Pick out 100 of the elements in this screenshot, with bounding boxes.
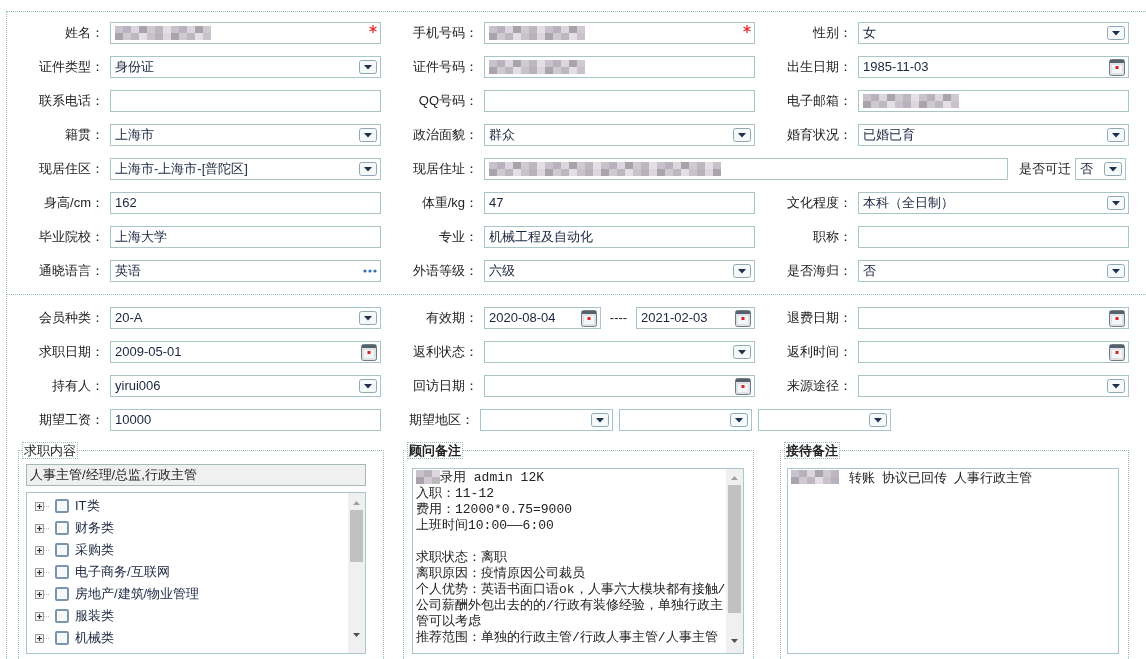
panel-legend: 顾问备注 — [407, 442, 463, 459]
tree-item-label[interactable]: 财务类 — [75, 518, 114, 538]
selected-jobs-field[interactable]: 人事主管/经理/总监,行政主管 — [26, 464, 366, 486]
note-line: 录用 admin 12K — [440, 470, 544, 486]
expand-icon[interactable] — [35, 633, 49, 643]
field-label: 期望地区： — [408, 411, 474, 430]
date-field[interactable] — [484, 375, 755, 397]
field-label: 外语等级： — [412, 262, 478, 281]
field-label: 政治面貌： — [412, 126, 478, 145]
expand-icon[interactable] — [35, 501, 49, 511]
checkbox[interactable] — [55, 609, 69, 623]
expand-icon[interactable] — [35, 611, 49, 621]
field-label: 籍贯： — [64, 126, 104, 145]
input-field[interactable] — [858, 226, 1129, 248]
input-field[interactable] — [484, 22, 755, 44]
field-label: 手机号码： — [412, 24, 478, 43]
note-line: 上班时间10:00——6:00 — [416, 518, 554, 534]
dropdown-field[interactable]: 上海市-上海市-[普陀区] — [110, 158, 381, 180]
expand-icon[interactable] — [35, 567, 49, 577]
field-label: 性别： — [812, 24, 852, 43]
dropdown-field[interactable]: 已婚已育 — [858, 124, 1129, 146]
input-field[interactable]: 上海大学 — [110, 226, 381, 248]
field-label: QQ号码： — [417, 92, 478, 111]
input-field[interactable] — [484, 90, 755, 112]
expand-icon[interactable] — [35, 589, 49, 599]
dropdown-field[interactable]: 上海市 — [110, 124, 381, 146]
date-field[interactable] — [858, 341, 1129, 363]
date-field[interactable]: 2021-02-03 — [636, 307, 755, 329]
checkbox[interactable] — [55, 631, 69, 645]
dropdown-field[interactable]: yirui006 — [110, 375, 381, 397]
range-separator: ---- — [608, 309, 629, 328]
input-field[interactable]: 47 — [484, 192, 755, 214]
tree-item-label[interactable]: IT类 — [75, 496, 100, 516]
calendar-icon[interactable] — [735, 309, 751, 327]
field-label: 现居住址： — [412, 160, 478, 179]
tree-item-label[interactable]: 服装类 — [75, 606, 114, 626]
scrollbar[interactable] — [348, 493, 365, 653]
tree-item-label[interactable]: 房地产/建筑/物业管理 — [75, 584, 200, 604]
dropdown-field[interactable]: 本科（全日制） — [858, 192, 1129, 214]
checkbox[interactable] — [55, 499, 69, 513]
calendar-icon[interactable] — [581, 309, 597, 327]
dropdown-field[interactable]: 否 — [858, 260, 1129, 282]
field-label: 体重/kg： — [420, 194, 478, 213]
dropdown-field[interactable] — [484, 341, 755, 363]
input-field[interactable]: 162 — [110, 192, 381, 214]
field-label: 回访日期： — [412, 377, 478, 396]
field-label: 身高/cm： — [43, 194, 104, 213]
field-label: 毕业院校： — [38, 228, 104, 247]
dropdown-field[interactable]: 20-A — [110, 307, 381, 329]
field-label: 求职日期： — [38, 343, 104, 362]
tree-item-label[interactable]: 电子商务/互联网 — [75, 562, 170, 582]
field-label: 文化程度： — [786, 194, 852, 213]
input-field[interactable] — [484, 158, 1008, 180]
input-field[interactable]: 机械工程及自动化 — [484, 226, 755, 248]
checkbox[interactable] — [55, 565, 69, 579]
dropdown-field[interactable]: 六级 — [484, 260, 755, 282]
date-field[interactable]: 2020-08-04 — [484, 307, 601, 329]
notes-textarea[interactable]: 转账 协议已回传 人事行政主管 — [787, 468, 1119, 654]
scrollbar[interactable] — [726, 469, 743, 653]
dropdown-field[interactable]: 群众 — [484, 124, 755, 146]
notes-textarea[interactable]: 录用 admin 12K 入职：11-12 费用：12000*0.75=9000 上班时间10:00——6:00 求职状态：离职 离职原因：疫情原因公司裁员 个人优势：英语书面口语ok，人事六大模块都有接触/公司薪酬外包出去的的/行政有装修经验，单独行政主管可以考虑 推荐范围：单独的行政主管/行政人事主管/人事主管 — [412, 468, 744, 654]
checkbox[interactable] — [55, 587, 69, 601]
expand-icon[interactable] — [35, 523, 49, 533]
tree-item-label[interactable]: 机械类 — [75, 628, 114, 648]
picker-field[interactable]: 英语 — [110, 260, 381, 282]
note-line: 个人优势：英语书面口语ok，人事六大模块都有接触/公司薪酬外包出去的的/行政有装修经验，单独行政主管可以考虑 — [416, 582, 726, 630]
checkbox[interactable] — [55, 543, 69, 557]
dropdown-field[interactable] — [758, 409, 891, 431]
dropdown-field[interactable] — [858, 375, 1129, 397]
expand-icon[interactable] — [35, 545, 49, 555]
field-label: 证件类型： — [38, 58, 104, 77]
dropdown-field[interactable]: 否 — [1075, 158, 1126, 180]
more-icon[interactable] — [363, 269, 377, 273]
field-label: 是否海归： — [786, 262, 852, 281]
dropdown-field[interactable] — [480, 409, 613, 431]
field-label: 期望工资： — [38, 411, 104, 430]
date-field[interactable]: 1985-11-03 — [858, 56, 1129, 78]
field-label: 来源途径： — [786, 377, 852, 396]
field-label: 持有人： — [51, 377, 104, 396]
input-field[interactable]: 10000 — [110, 409, 381, 431]
checkbox[interactable] — [55, 521, 69, 535]
field-label: 联系电话： — [38, 92, 104, 111]
date-field[interactable] — [858, 307, 1129, 329]
input-field[interactable] — [110, 22, 381, 44]
input-field[interactable] — [110, 90, 381, 112]
dropdown-field[interactable]: 身份证 — [110, 56, 381, 78]
dropdown-field[interactable] — [619, 409, 752, 431]
input-field[interactable] — [484, 56, 755, 78]
dropdown-field[interactable]: 女 — [858, 22, 1129, 44]
date-field[interactable]: 2009-05-01 — [110, 341, 381, 363]
calendar-icon[interactable] — [1109, 343, 1125, 361]
calendar-icon[interactable] — [1109, 58, 1125, 76]
tree-item-label[interactable]: 采购类 — [75, 540, 114, 560]
calendar-icon[interactable] — [1109, 309, 1125, 327]
input-field[interactable] — [858, 90, 1129, 112]
calendar-icon[interactable] — [735, 377, 751, 395]
field-label: 现居住区： — [38, 160, 104, 179]
note-line: 求职状态：离职 — [416, 550, 507, 566]
field-label: 出生日期： — [786, 58, 852, 77]
calendar-icon[interactable] — [361, 343, 377, 361]
